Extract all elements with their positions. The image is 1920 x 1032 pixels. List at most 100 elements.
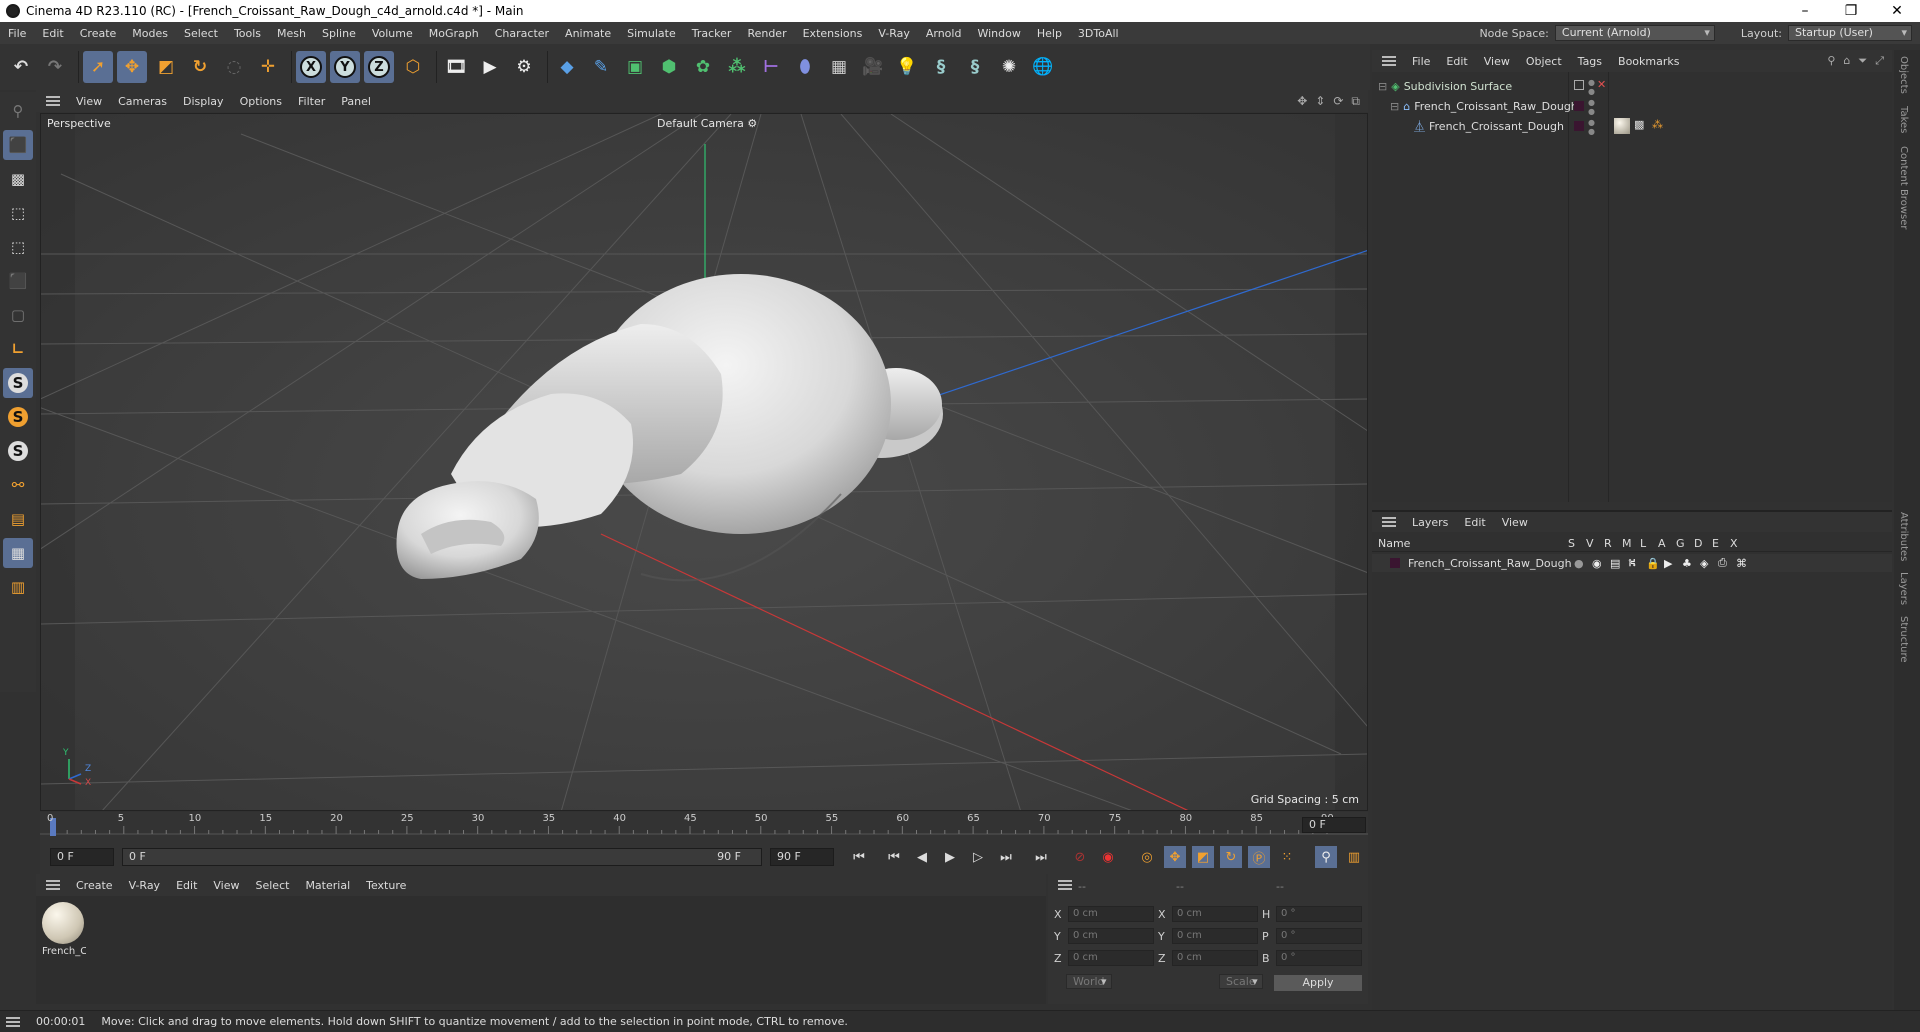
scale-tool-button[interactable]: ◩ xyxy=(151,51,181,83)
edges-mode-button[interactable]: ⬚ xyxy=(3,232,33,262)
layer-color-swatch[interactable] xyxy=(1390,558,1400,568)
menu-character[interactable]: Character xyxy=(487,27,557,40)
maximize-button[interactable]: ❐ xyxy=(1828,3,1874,19)
quantize-button[interactable]: S xyxy=(3,436,33,466)
pen-button[interactable]: ✎ xyxy=(586,51,616,83)
make-editable-button[interactable]: ⚲ xyxy=(3,96,33,126)
x-axis-button[interactable]: X xyxy=(296,51,326,83)
coordinate-mode-select[interactable]: Scale xyxy=(1219,974,1263,989)
fcurve-button[interactable]: ▥ xyxy=(1343,846,1365,868)
menu-vray[interactable]: V-Ray xyxy=(870,27,918,40)
locked-icon[interactable]: 🔒 xyxy=(1646,557,1664,570)
viewport-menu-icon[interactable] xyxy=(46,96,60,106)
menu-render[interactable]: Render xyxy=(739,27,794,40)
menu-3dtoall[interactable]: 3DToAll xyxy=(1070,27,1127,40)
viewport-menu-cameras[interactable]: Cameras xyxy=(110,95,175,108)
size-z-field[interactable]: 0 cm xyxy=(1172,950,1258,966)
prev-key-button[interactable]: ⏮ xyxy=(883,846,905,868)
python-2-button[interactable]: § xyxy=(960,51,990,83)
menu-window[interactable]: Window xyxy=(969,27,1028,40)
material-swatch[interactable]: French_C xyxy=(42,902,86,964)
workplane-button[interactable]: ▤ xyxy=(3,504,33,534)
close-button[interactable]: ✕ xyxy=(1874,3,1920,19)
tab-takes[interactable]: Takes xyxy=(1898,106,1909,133)
layer-row[interactable]: French_Croissant_Raw_Dough ● ◉ ▤ ⛕ 🔒 ▶ ♣… xyxy=(1372,554,1892,572)
layer-menu-layers[interactable]: Layers xyxy=(1404,516,1456,529)
visibility-dots-icon[interactable]: ● ● xyxy=(1588,118,1595,136)
globe-button[interactable]: 🌐 xyxy=(1028,51,1058,83)
frame-display-field[interactable]: 0 F xyxy=(1302,817,1366,833)
object-menu-icon[interactable] xyxy=(1382,56,1396,66)
deformers-icon[interactable]: ◈ xyxy=(1700,557,1718,570)
key-rotation-button[interactable]: ↻ xyxy=(1220,846,1242,868)
key-scale-button[interactable]: ◩ xyxy=(1192,846,1214,868)
arnold-tag-icon[interactable]: ⁂ xyxy=(1652,118,1663,131)
size-y-field[interactable]: 0 cm xyxy=(1172,928,1258,944)
position-z-field[interactable]: 0 cm xyxy=(1068,950,1154,966)
rotation-p-field[interactable]: 0 ° xyxy=(1276,928,1362,944)
obj-menu-file[interactable]: File xyxy=(1404,55,1438,68)
render-settings-button[interactable]: ⚙ xyxy=(509,51,539,83)
redo-button[interactable]: ↷ xyxy=(40,51,70,83)
menu-volume[interactable]: Volume xyxy=(364,27,421,40)
search-icon[interactable]: ⚲ xyxy=(1827,54,1835,68)
enabled-check-icon[interactable]: ✕ xyxy=(1597,78,1606,91)
go-to-start-button[interactable]: ⏮ xyxy=(848,846,870,868)
python-button[interactable]: § xyxy=(926,51,956,83)
expressions-icon[interactable]: ⎙ xyxy=(1718,556,1736,570)
key-position-button[interactable]: ✥ xyxy=(1164,846,1186,868)
home-icon[interactable]: ⌂ xyxy=(1843,54,1850,68)
mat-menu-material[interactable]: Material xyxy=(297,879,358,892)
layer-color-icon[interactable] xyxy=(1574,121,1584,131)
object-row-dough[interactable]: ⏅ French_Croissant_Dough ● ● ▩ ⁂ xyxy=(1372,116,1892,136)
current-frame-field[interactable]: 0 F xyxy=(50,848,114,866)
z-axis-button[interactable]: Z xyxy=(364,51,394,83)
edit-toggle-icon[interactable] xyxy=(1574,80,1584,90)
menu-tracker[interactable]: Tracker xyxy=(684,27,740,40)
apply-button[interactable]: Apply xyxy=(1274,975,1362,991)
extrude-button[interactable]: ⬢ xyxy=(654,51,684,83)
snap-button[interactable]: S xyxy=(3,368,33,398)
cube-button[interactable]: ◆ xyxy=(552,51,582,83)
menu-select[interactable]: Select xyxy=(176,27,226,40)
checker-tag-icon[interactable]: ▩ xyxy=(1634,118,1644,131)
node-space-select[interactable]: Current (Arnold) xyxy=(1554,25,1715,41)
light-button[interactable]: 💡 xyxy=(892,51,922,83)
viewport-projection-label[interactable]: Perspective xyxy=(47,117,111,130)
pan-view-icon[interactable]: ✥ xyxy=(1297,94,1307,109)
object-row-subdivision[interactable]: ⊟ ◈ Subdivision Surface ● ● ✕ xyxy=(1372,76,1892,96)
render-view-button[interactable]: ▶ xyxy=(475,51,505,83)
mat-menu-view[interactable]: View xyxy=(205,879,247,892)
timeline-button[interactable]: ⚲ xyxy=(1315,846,1337,868)
expand-icon[interactable]: ⤢ xyxy=(1875,54,1884,68)
layer-col-e[interactable]: E xyxy=(1712,537,1730,550)
layer-menu-icon[interactable] xyxy=(1382,517,1396,527)
menu-simulate[interactable]: Simulate xyxy=(619,27,684,40)
minimize-button[interactable]: – xyxy=(1782,3,1828,19)
key-param-button[interactable]: Ⓟ xyxy=(1248,846,1270,868)
mat-menu-select[interactable]: Select xyxy=(248,879,298,892)
go-to-end-button[interactable]: ⏭ xyxy=(1030,846,1052,868)
layer-color-icon[interactable] xyxy=(1574,101,1584,111)
viewport-3d[interactable]: Y Z X Perspective Default Camera ⚙ Grid … xyxy=(40,113,1368,811)
menu-animate[interactable]: Animate xyxy=(557,27,619,40)
render-region-button[interactable]: 🎞 xyxy=(441,51,471,83)
locked-workplane-button[interactable]: ▥ xyxy=(3,572,33,602)
viewport-menu-filter[interactable]: Filter xyxy=(290,95,333,108)
status-menu-icon[interactable] xyxy=(6,1016,20,1027)
layer-col-v[interactable]: V xyxy=(1586,537,1604,550)
mat-menu-create[interactable]: Create xyxy=(68,879,121,892)
dolly-view-icon[interactable]: ⇕ xyxy=(1315,94,1325,109)
undo-button[interactable]: ↶ xyxy=(6,51,36,83)
layer-col-a[interactable]: A xyxy=(1658,537,1676,550)
tab-content-browser[interactable]: Content Browser xyxy=(1898,146,1909,229)
visible-editor-icon[interactable]: ◉ xyxy=(1592,557,1610,570)
layer-col-g[interactable]: G xyxy=(1676,537,1694,550)
menu-spline[interactable]: Spline xyxy=(314,27,364,40)
layer-col-m[interactable]: M xyxy=(1622,537,1640,550)
auto-key-button[interactable]: ◉ xyxy=(1097,846,1119,868)
coordinate-space-select[interactable]: World xyxy=(1066,974,1112,989)
tab-layers[interactable]: Layers xyxy=(1898,572,1909,605)
coordinates-menu-icon[interactable] xyxy=(1058,880,1072,890)
mat-menu-vray[interactable]: V-Ray xyxy=(121,879,169,892)
